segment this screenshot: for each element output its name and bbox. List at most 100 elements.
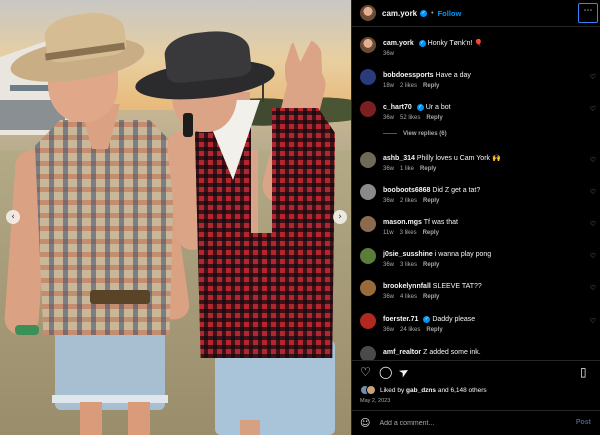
comment-avatar[interactable] xyxy=(360,346,376,360)
liker-avatar xyxy=(366,385,376,395)
person-right-phone xyxy=(183,113,193,137)
reply-button[interactable]: Reply xyxy=(423,230,439,236)
comment-avatar[interactable] xyxy=(360,152,376,168)
comment-body: ashb_314 Philly loves u Cam York 🙌 xyxy=(383,154,581,163)
comments-list[interactable]: cam.york ✓ Honky Tønk'n! 🎈 36w bobdoessp… xyxy=(352,30,600,360)
comment-meta: 36w 4 likes Reply xyxy=(383,294,445,300)
like-heart-icon[interactable]: ♡ xyxy=(360,366,371,378)
like-comment-heart-icon[interactable]: ♡ xyxy=(590,156,596,164)
comment-username[interactable]: brookelynnfall xyxy=(383,283,431,290)
comment-avatar[interactable] xyxy=(360,69,376,85)
post-side-panel: cam.york ✓ • Follow ⋯ cam.york ✓ Honky T… xyxy=(351,0,600,435)
comment-meta: 18w 2 likes Reply xyxy=(383,83,445,89)
comment-age: 36w xyxy=(383,327,395,333)
person-left-belt xyxy=(90,290,150,304)
caption-avatar[interactable] xyxy=(360,37,376,53)
post-photo[interactable]: ‹ › xyxy=(0,0,351,435)
post-comment-button[interactable]: Post xyxy=(576,419,591,426)
liker-username[interactable]: gab_dzns xyxy=(406,387,436,394)
like-comment-heart-icon[interactable]: ♡ xyxy=(590,284,596,292)
comment-username[interactable]: booboots6868 xyxy=(383,187,430,194)
comment-body: mason.mgs Tf was that xyxy=(383,218,581,227)
comment-likes[interactable]: 2 likes xyxy=(400,83,417,89)
post-date: May 2, 2023 xyxy=(360,398,391,404)
comment-text: Daddy please xyxy=(432,316,476,323)
comment-username[interactable]: ashb_314 xyxy=(383,155,415,162)
comment-avatar[interactable] xyxy=(360,184,376,200)
caption-username[interactable]: cam.york xyxy=(383,40,414,47)
comment-avatar[interactable] xyxy=(360,216,376,232)
comment-age: 36w xyxy=(383,115,395,121)
reply-button[interactable]: Reply xyxy=(423,83,439,89)
person-left-leg xyxy=(80,402,102,435)
comment-likes[interactable]: 3 likes xyxy=(400,230,417,236)
person-left-bracelet xyxy=(15,325,39,335)
like-comment-heart-icon[interactable]: ♡ xyxy=(590,188,596,196)
view-replies-button[interactable]: View replies (6) xyxy=(383,131,447,137)
like-comment-heart-icon[interactable]: ♡ xyxy=(590,317,596,325)
comment-likes[interactable]: 52 likes xyxy=(400,115,420,121)
add-comment-bar: ☺ Post xyxy=(352,410,600,435)
comment-age: 36w xyxy=(383,198,395,204)
comment-text: Tf was that xyxy=(423,219,458,226)
comment-text: SLEEVE TAT?? xyxy=(432,283,482,290)
comment-username[interactable]: bobdoessports xyxy=(383,72,434,79)
comment-likes[interactable]: 1 like xyxy=(400,166,414,172)
comment-likes[interactable]: 24 likes xyxy=(400,327,420,333)
comment-meta: 36w 52 likes Reply xyxy=(383,115,449,121)
previous-arrow-icon[interactable]: ‹ xyxy=(6,210,20,224)
comment-age: 36w xyxy=(383,166,395,172)
comment-meta: 11w 3 likes Reply xyxy=(383,230,445,236)
comment-icon[interactable]: ◯ xyxy=(379,366,392,378)
comment-meta: 36w 2 likes Reply xyxy=(383,198,445,204)
verified-badge-icon: ✓ xyxy=(420,9,428,17)
comment-age: 36w xyxy=(383,294,395,300)
like-comment-heart-icon[interactable]: ♡ xyxy=(590,220,596,228)
reply-button[interactable]: Reply xyxy=(426,115,442,121)
caption-body: cam.york ✓ Honky Tønk'n! 🎈 xyxy=(383,39,581,48)
comment-input[interactable] xyxy=(379,419,560,427)
save-bookmark-icon[interactable]: ▯ xyxy=(580,366,587,378)
comment-text: Z added some ink. xyxy=(423,349,481,356)
reply-button[interactable]: Reply xyxy=(426,327,442,333)
likes-suffix[interactable]: and 6,148 others xyxy=(438,387,487,394)
comment-meta: 36w 1 like Reply xyxy=(383,166,442,172)
follow-button[interactable]: Follow xyxy=(438,9,462,18)
person-left-leg xyxy=(128,402,150,435)
separator-dot: • xyxy=(431,9,434,17)
like-comment-heart-icon[interactable]: ♡ xyxy=(590,252,596,260)
comment-username[interactable]: c_hart70 xyxy=(383,104,412,111)
comment-avatar[interactable] xyxy=(360,101,376,117)
comment-username[interactable]: amf_realtor xyxy=(383,349,421,356)
comment-likes[interactable]: 2 likes xyxy=(400,198,417,204)
emoji-icon[interactable]: ☺ xyxy=(360,418,370,429)
share-icon[interactable]: ➤ xyxy=(396,363,412,380)
comment-avatar[interactable] xyxy=(360,280,376,296)
likes-prefix: Liked by xyxy=(380,386,405,394)
comment-username[interactable]: foerster.71 xyxy=(383,316,418,323)
comment-avatar[interactable] xyxy=(360,248,376,264)
author-username[interactable]: cam.york xyxy=(382,9,417,18)
reply-button[interactable]: Reply xyxy=(423,294,439,300)
next-arrow-icon[interactable]: › xyxy=(333,210,347,224)
reply-button[interactable]: Reply xyxy=(423,198,439,204)
comment-age: 11w xyxy=(383,230,394,236)
reply-button[interactable]: Reply xyxy=(423,262,439,268)
more-options-button[interactable]: ⋯ xyxy=(578,3,598,23)
comment-avatar[interactable] xyxy=(360,313,376,329)
comment-meta: 36w 3 likes Reply xyxy=(383,262,445,268)
comment-likes[interactable]: 4 likes xyxy=(400,294,417,300)
post-actions-bar: ♡ ◯ ➤ ▯ xyxy=(352,360,600,382)
reply-button[interactable]: Reply xyxy=(420,166,436,172)
likes-summary[interactable]: Liked by gab_dzns and 6,148 others xyxy=(360,383,487,397)
author-avatar[interactable] xyxy=(360,5,376,21)
like-comment-heart-icon[interactable]: ♡ xyxy=(590,105,596,113)
like-comment-heart-icon[interactable]: ♡ xyxy=(590,73,596,81)
person-right-red-check-shirt xyxy=(195,108,335,358)
comment-username[interactable]: mason.mgs xyxy=(383,219,422,226)
comment-username[interactable]: j0sie_susshine xyxy=(383,251,433,258)
comment-text: i wanna play pong xyxy=(434,251,492,258)
comment-likes[interactable]: 3 likes xyxy=(400,262,417,268)
view-replies-label[interactable]: View replies (6) xyxy=(403,131,447,137)
post-viewer: ‹ › cam.york ✓ • Follow ⋯ cam.york ✓ Hon… xyxy=(0,0,600,435)
